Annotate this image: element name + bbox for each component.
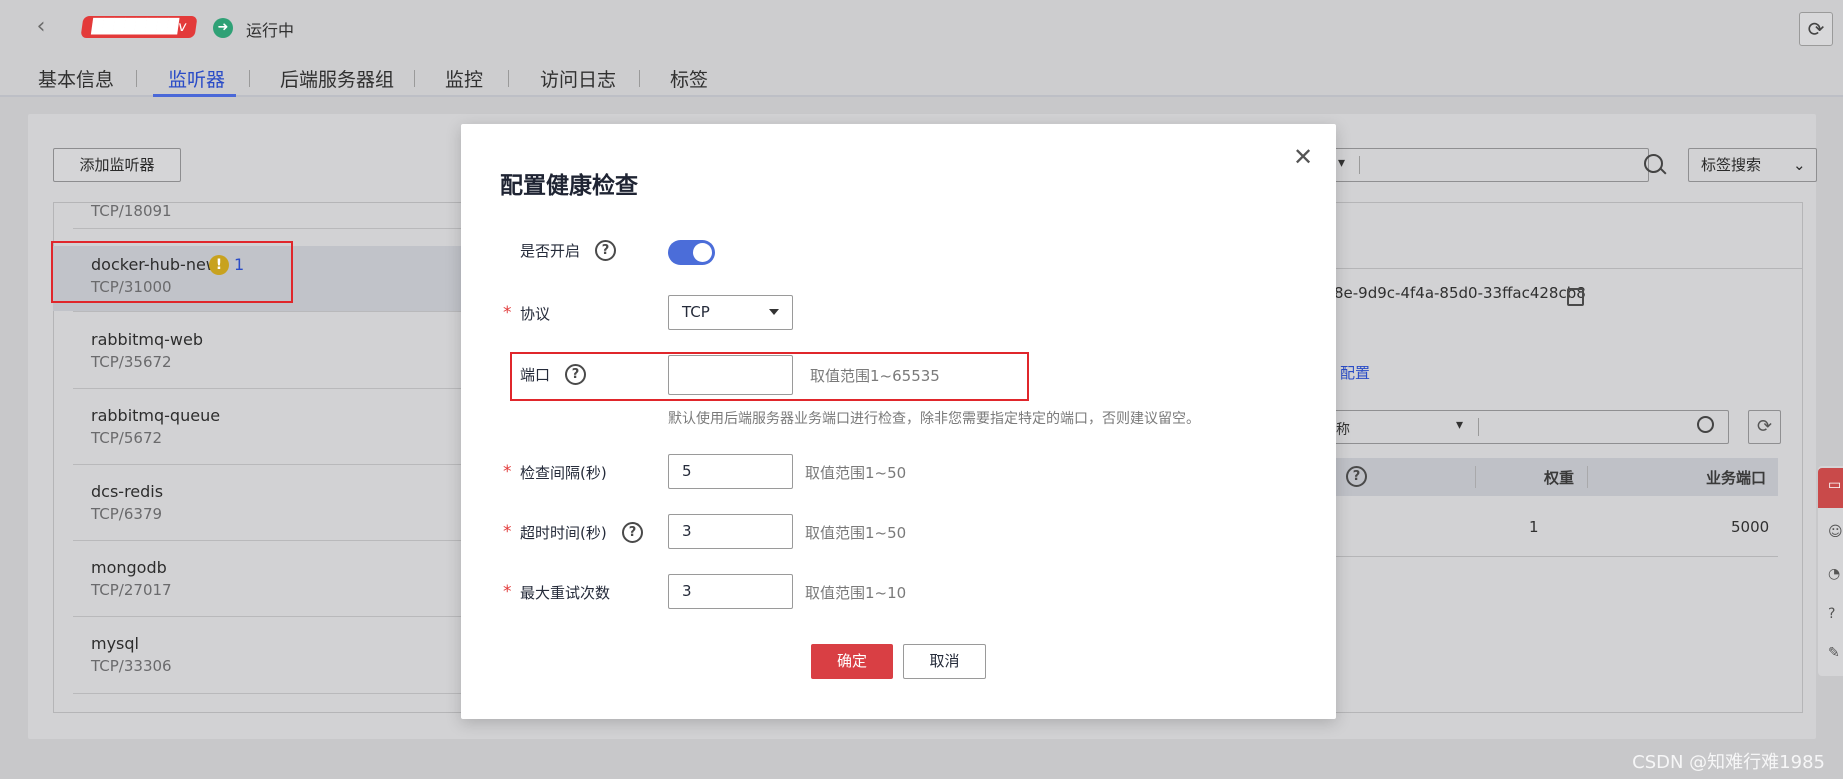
port-label: 端口 [520, 366, 551, 384]
interval-hint: 取值范围1~50 [805, 464, 907, 482]
timeout-input[interactable]: 3 [668, 514, 793, 549]
headset-icon[interactable]: ◔ [1828, 566, 1840, 582]
list-item-sub: TCP/35672 [91, 353, 172, 371]
help-icon[interactable]: ? [622, 522, 643, 543]
timeout-hint: 取值范围1~50 [805, 524, 907, 542]
list-divider [73, 693, 465, 694]
timeout-label: 超时时间(秒) [520, 524, 607, 542]
tab-divider [414, 70, 415, 87]
list-item-sub: TCP/6379 [91, 505, 163, 523]
help-icon[interactable]: ? [595, 240, 616, 261]
search-icon[interactable] [1697, 416, 1714, 433]
list-item-name[interactable]: rabbitmq-web [91, 330, 203, 349]
tab-basic-info[interactable]: 基本信息 [38, 65, 114, 92]
smile-icon[interactable]: ☺ [1828, 524, 1843, 540]
list-item-name[interactable]: mongodb [91, 558, 167, 577]
list-item-sub[interactable]: TCP/18091 [91, 202, 172, 220]
list-item-name[interactable]: rabbitmq-queue [91, 406, 220, 425]
detail-divider [1334, 268, 1802, 269]
search-divider [1478, 418, 1479, 436]
tab-divider [508, 70, 509, 87]
backend-search-input[interactable] [1334, 410, 1729, 444]
tag-search-label: 标签搜索 [1701, 156, 1762, 174]
required-mark: * [503, 303, 512, 323]
enabled-label: 是否开启 [520, 242, 581, 260]
refresh-icon[interactable]: ⟳ [1799, 12, 1833, 46]
top-bar [0, 0, 1843, 97]
toggle-knob [693, 243, 712, 262]
caret-down-icon [769, 309, 779, 315]
list-item-sub: TCP/33306 [91, 657, 172, 675]
tab-listeners[interactable]: 监听器 [168, 65, 225, 92]
search-divider [1359, 156, 1360, 174]
chat-icon: ▭ [1828, 477, 1842, 493]
chevron-down-icon: ▾ [1338, 155, 1346, 171]
cell-weight: 1 [1529, 518, 1539, 536]
refresh-icon[interactable]: ⟳ [1748, 410, 1781, 444]
retries-input[interactable]: 3 [668, 574, 793, 609]
protocol-label: 协议 [520, 305, 551, 323]
list-divider [73, 228, 465, 229]
chevron-down-icon: ▾ [1456, 417, 1464, 433]
tag-search-button[interactable]: 标签搜索 ⌄ [1688, 148, 1817, 182]
help-icon[interactable]: ? [1828, 606, 1835, 622]
retries-hint: 取值范围1~10 [805, 584, 907, 602]
back-icon[interactable]: ‹ [28, 14, 54, 40]
list-divider [73, 311, 465, 312]
cancel-button[interactable]: 取消 [903, 644, 986, 679]
listener-id: 8e-9d9c-4f4a-85d0-33ffac428cb8 [1334, 284, 1586, 302]
tab-backend-groups[interactable]: 后端服务器组 [280, 65, 394, 92]
help-icon[interactable]: ? [565, 364, 586, 385]
cell-port: 5000 [1731, 518, 1770, 536]
active-tab-indicator [153, 94, 236, 97]
close-icon[interactable]: ✕ [1289, 143, 1317, 171]
required-mark: * [503, 582, 512, 602]
port-hint: 取值范围1~65535 [810, 367, 940, 385]
list-divider [73, 616, 465, 617]
column-divider [1475, 466, 1476, 488]
list-item-name[interactable]: dcs-redis [91, 482, 163, 501]
status-text: 运行中 [246, 21, 295, 40]
config-link[interactable]: 配置 [1340, 362, 1370, 383]
search-input[interactable] [1334, 148, 1649, 182]
edit-icon[interactable]: ✎ [1828, 645, 1840, 661]
port-input[interactable] [668, 355, 793, 395]
column-header-weight: 权重 [1544, 469, 1575, 487]
required-mark: * [503, 462, 512, 482]
required-mark: * [503, 522, 512, 542]
tab-divider [639, 70, 640, 87]
filter-label: 称 [1336, 422, 1350, 438]
interval-input[interactable]: 5 [668, 454, 793, 489]
copy-icon[interactable] [1567, 288, 1584, 306]
dialog-title: 配置健康检查 [500, 173, 638, 199]
tab-access-logs[interactable]: 访问日志 [540, 65, 616, 92]
list-divider [73, 540, 465, 541]
tab-divider [136, 70, 137, 87]
tab-divider [249, 70, 250, 87]
add-listener-button[interactable]: 添加监听器 [53, 148, 181, 182]
list-item-sub: TCP/27017 [91, 581, 172, 599]
table-row-divider [1334, 556, 1778, 557]
tab-tags[interactable]: 标签 [670, 65, 708, 92]
double-chevron-down-icon: ⌄ [1793, 156, 1806, 174]
list-divider [73, 464, 465, 465]
watermark: CSDN @知难行难1985 [1632, 752, 1825, 773]
column-header-port: 业务端口 [1706, 469, 1767, 487]
list-item-name[interactable]: mysql [91, 634, 139, 653]
interval-label: 检查间隔(秒) [520, 464, 607, 482]
help-icon[interactable]: ? [1346, 466, 1367, 487]
confirm-button[interactable]: 确定 [811, 644, 893, 679]
highlight-box [51, 241, 293, 303]
load-balancer-name: ████████v [80, 16, 198, 38]
port-note: 默认使用后端服务器业务端口进行检查，除非您需要指定特定的端口，否则建议留空。 [668, 411, 1200, 427]
retries-label: 最大重试次数 [520, 584, 611, 602]
list-item-sub: TCP/5672 [91, 429, 163, 447]
tab-monitoring[interactable]: 监控 [445, 65, 483, 92]
column-divider [1587, 466, 1588, 488]
list-divider [73, 388, 465, 389]
status-running-icon: ➜ [213, 18, 233, 38]
